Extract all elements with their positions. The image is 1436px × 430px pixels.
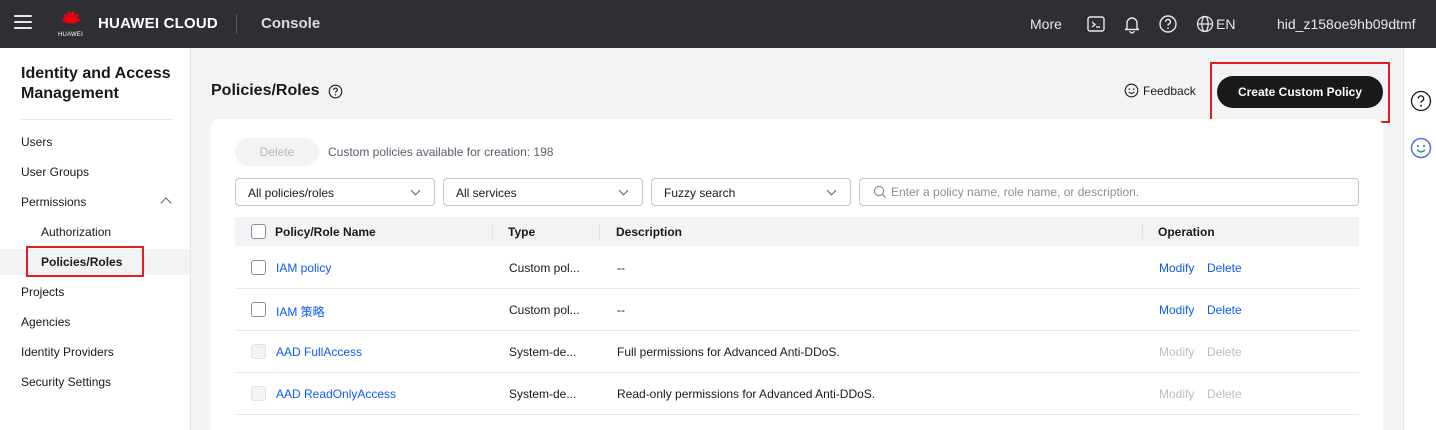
- sidebar: Identity and Access Management Users Use…: [0, 48, 191, 430]
- brand-divider: [236, 14, 237, 34]
- select-value: Fuzzy search: [664, 186, 736, 200]
- delete-button[interactable]: Delete: [235, 138, 319, 166]
- policy-name-link[interactable]: AAD ReadOnlyAccess: [276, 387, 396, 401]
- table-row: AAD ReadOnlyAccess System-de... Read-onl…: [235, 373, 1359, 415]
- sidebar-item-users[interactable]: Users: [0, 129, 190, 155]
- row-checkbox[interactable]: [251, 260, 266, 275]
- page-title: Policies/Roles: [211, 82, 320, 99]
- chevron-down-icon: [618, 185, 629, 196]
- highlight-box-policies-roles: [26, 246, 144, 277]
- smart-assistant-icon[interactable]: [1410, 137, 1432, 159]
- chevron-up-icon: [160, 197, 172, 209]
- delete-link: Delete: [1207, 387, 1242, 401]
- modify-link[interactable]: Modify: [1159, 261, 1194, 275]
- select-all-checkbox[interactable]: [251, 224, 266, 239]
- sidebar-title: Identity and Access Management: [21, 65, 171, 102]
- select-value: All policies/roles: [248, 186, 335, 200]
- policy-type: System-de...: [509, 345, 577, 359]
- menu-icon[interactable]: [14, 15, 32, 33]
- policy-type: Custom pol...: [509, 303, 580, 317]
- column-divider: [1142, 224, 1143, 239]
- policy-description: --: [617, 303, 625, 317]
- table-row: IAM policy Custom pol... -- Modify Delet…: [235, 247, 1359, 289]
- policy-name-link[interactable]: IAM 策略: [276, 303, 325, 320]
- service-select[interactable]: All services: [443, 178, 643, 206]
- sidebar-divider: [21, 119, 173, 120]
- sidebar-item-authorization[interactable]: Authorization: [0, 219, 190, 245]
- quota-text: Custom policies available for creation: …: [328, 145, 554, 159]
- column-header-operation: Operation: [1158, 225, 1215, 239]
- policy-description: Full permissions for Advanced Anti-DDoS.: [617, 345, 840, 359]
- policy-name-link[interactable]: IAM policy: [276, 261, 331, 275]
- top-navigation-bar: HUAWEI HUAWEI CLOUD Console More EN hid_…: [0, 0, 1436, 48]
- delete-link[interactable]: Delete: [1207, 261, 1242, 275]
- help-icon[interactable]: [1158, 14, 1178, 34]
- search-box: [859, 178, 1359, 206]
- select-value: All services: [456, 186, 517, 200]
- policy-type: Custom pol...: [509, 261, 580, 275]
- search-input[interactable]: [891, 184, 1341, 200]
- user-account-menu[interactable]: hid_z158oe9hb09dtmf: [1277, 16, 1416, 32]
- modify-link[interactable]: Modify: [1159, 303, 1194, 317]
- chevron-down-icon: [826, 185, 837, 196]
- modify-link: Modify: [1159, 345, 1195, 359]
- logo-text: HUAWEI: [58, 32, 83, 38]
- language-selector[interactable]: EN: [1216, 16, 1235, 32]
- sidebar-item-label: Permissions: [21, 195, 87, 209]
- console-link[interactable]: Console: [261, 15, 320, 32]
- search-mode-select[interactable]: Fuzzy search: [651, 178, 851, 206]
- policy-type: System-de...: [509, 387, 577, 401]
- help-icon[interactable]: [1410, 90, 1432, 112]
- column-header-name[interactable]: Policy/Role Name: [275, 225, 376, 239]
- table-row: AAD FullAccess System-de... Full permiss…: [235, 331, 1359, 373]
- table-row: IAM 策略 Custom pol... -- Modify Delete: [235, 289, 1359, 331]
- sidebar-item-permissions[interactable]: Permissions: [0, 189, 190, 215]
- column-header-description[interactable]: Description: [616, 225, 682, 239]
- right-help-rail: [1403, 48, 1436, 430]
- smiley-icon: [1124, 83, 1139, 98]
- sidebar-item-user-groups[interactable]: User Groups: [0, 159, 190, 185]
- sidebar-item-identity-providers[interactable]: Identity Providers: [0, 339, 190, 365]
- chevron-down-icon: [410, 185, 421, 196]
- table-header: Policy/Role Name Type Description Operat…: [235, 217, 1359, 246]
- sidebar-item-agencies[interactable]: Agencies: [0, 309, 190, 335]
- more-menu[interactable]: More: [1030, 16, 1062, 32]
- terminal-icon[interactable]: [1086, 14, 1106, 34]
- delete-link: Delete: [1207, 345, 1242, 359]
- policy-description: Read-only permissions for Advanced Anti-…: [617, 387, 876, 401]
- sidebar-item-projects[interactable]: Projects: [0, 279, 190, 305]
- globe-icon[interactable]: [1195, 14, 1215, 34]
- sidebar-item-security-settings[interactable]: Security Settings: [0, 369, 190, 395]
- modify-link: Modify: [1159, 387, 1195, 401]
- row-checkbox[interactable]: [251, 302, 266, 317]
- column-header-type[interactable]: Type: [508, 225, 535, 239]
- notification-bell-icon[interactable]: [1122, 14, 1142, 34]
- column-divider: [599, 224, 600, 239]
- column-divider: [492, 224, 493, 239]
- search-icon: [873, 185, 887, 199]
- row-checkbox: [251, 344, 266, 359]
- row-checkbox: [251, 386, 266, 401]
- brand-name[interactable]: HUAWEI CLOUD: [98, 15, 218, 32]
- help-icon[interactable]: [328, 84, 343, 99]
- highlight-box-create-button: [1210, 62, 1390, 123]
- delete-link[interactable]: Delete: [1207, 303, 1242, 317]
- feedback-label: Feedback: [1143, 84, 1196, 98]
- policy-name-link[interactable]: AAD FullAccess: [276, 345, 362, 359]
- policy-type-select[interactable]: All policies/roles: [235, 178, 435, 206]
- policy-description: --: [617, 261, 625, 275]
